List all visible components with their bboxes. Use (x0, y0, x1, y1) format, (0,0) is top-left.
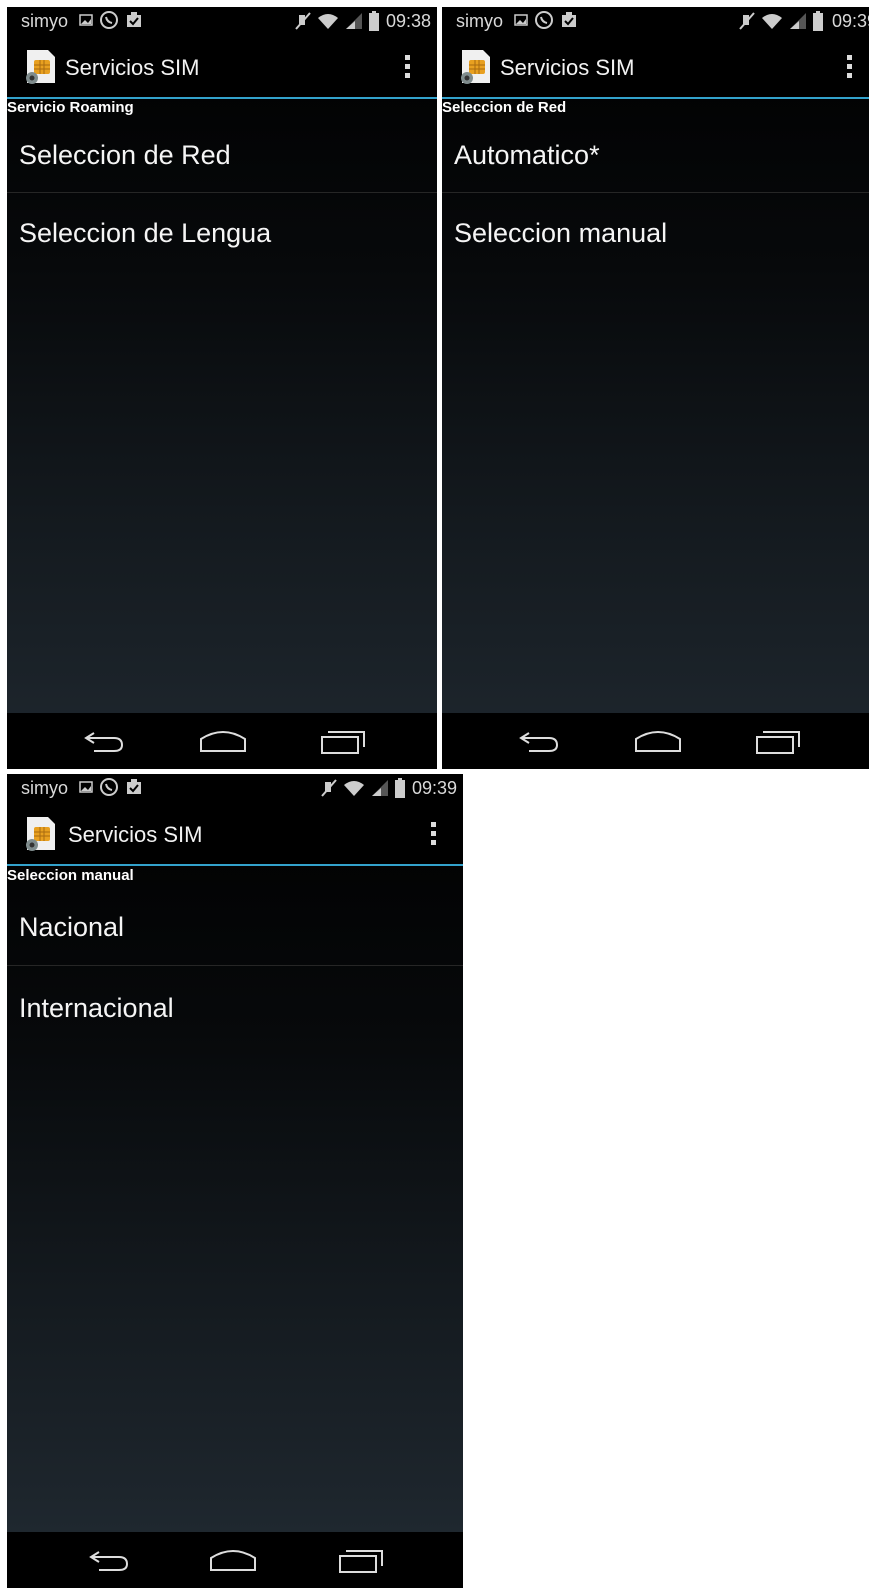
back-icon[interactable] (80, 727, 128, 755)
battery-icon (813, 11, 823, 31)
navigation-bar (7, 1532, 463, 1588)
carrier-label: simyo (21, 11, 69, 31)
status-bar: simyo 09:38 (7, 7, 437, 35)
gallery-notification-icon (79, 14, 93, 26)
list-item-automatico[interactable]: Automatico* (442, 140, 869, 171)
back-icon[interactable] (515, 727, 563, 755)
clipboard-icon (127, 779, 141, 794)
sim-services-icon[interactable] (22, 47, 58, 85)
battery-icon (369, 11, 379, 31)
divider (7, 965, 463, 966)
list-item-nacional[interactable]: Nacional (7, 912, 463, 943)
divider (7, 192, 437, 193)
carrier-label: simyo (456, 11, 504, 31)
carrier-label: simyo (21, 778, 69, 798)
list-item-seleccion-de-lengua[interactable]: Seleccion de Lengua (7, 218, 437, 249)
home-icon[interactable] (209, 1546, 257, 1574)
wifi-icon (762, 14, 782, 29)
screen-seleccion-manual: simyo 09:39 Servicios SIM Seleccion manu… (7, 774, 463, 1588)
screen-seleccion-de-red: simyo 09:39 Servicios SIM Seleccion de R… (442, 7, 869, 769)
signal-icon (790, 13, 806, 29)
home-icon[interactable] (199, 727, 247, 755)
wifi-icon (318, 14, 338, 29)
overflow-menu-icon[interactable] (405, 55, 413, 81)
home-icon[interactable] (634, 727, 682, 755)
overflow-menu-icon[interactable] (431, 822, 439, 848)
signal-icon (372, 780, 388, 796)
navigation-bar (442, 713, 869, 769)
app-title: Servicios SIM (65, 55, 200, 80)
wifi-icon (344, 781, 364, 796)
status-bar: simyo 09:39 (442, 7, 869, 35)
sim-services-icon[interactable] (22, 814, 58, 852)
divider (442, 192, 869, 193)
gallery-notification-icon (514, 14, 528, 26)
clock: 09:39 (831, 11, 869, 31)
sim-services-icon[interactable] (457, 47, 493, 85)
list-item-internacional[interactable]: Internacional (7, 993, 463, 1024)
recents-icon[interactable] (755, 727, 803, 755)
action-bar: Servicios SIM (7, 35, 437, 99)
action-bar: Servicios SIM (442, 35, 869, 99)
section-header: Seleccion de Red (442, 99, 567, 116)
mute-icon (295, 12, 311, 30)
app-title: Servicios SIM (500, 55, 635, 80)
clock: 09:38 (385, 11, 431, 31)
section-header: Seleccion manual (7, 867, 134, 884)
battery-icon (395, 778, 405, 798)
signal-icon (346, 13, 362, 29)
recents-icon[interactable] (338, 1546, 386, 1574)
app-title: Servicios SIM (68, 822, 203, 847)
mute-icon (739, 12, 755, 30)
gallery-notification-icon (79, 781, 93, 793)
whatsapp-icon (100, 11, 118, 29)
section-header: Servicio Roaming (7, 99, 134, 116)
clipboard-icon (562, 12, 576, 27)
whatsapp-icon (100, 778, 118, 796)
back-icon[interactable] (85, 1546, 133, 1574)
whatsapp-icon (535, 11, 553, 29)
overflow-menu-icon[interactable] (847, 55, 855, 81)
mute-icon (321, 779, 337, 797)
status-bar: simyo 09:39 (7, 774, 463, 802)
clipboard-icon (127, 12, 141, 27)
navigation-bar (7, 713, 437, 769)
list-item-seleccion-de-red[interactable]: Seleccion de Red (7, 140, 437, 171)
list-item-seleccion-manual[interactable]: Seleccion manual (442, 218, 869, 249)
screen-servicio-roaming: simyo 09:38 Servicios SIM Servicio Roami… (7, 7, 437, 769)
clock: 09:39 (411, 778, 457, 798)
action-bar: Servicios SIM (7, 802, 463, 866)
recents-icon[interactable] (320, 727, 368, 755)
